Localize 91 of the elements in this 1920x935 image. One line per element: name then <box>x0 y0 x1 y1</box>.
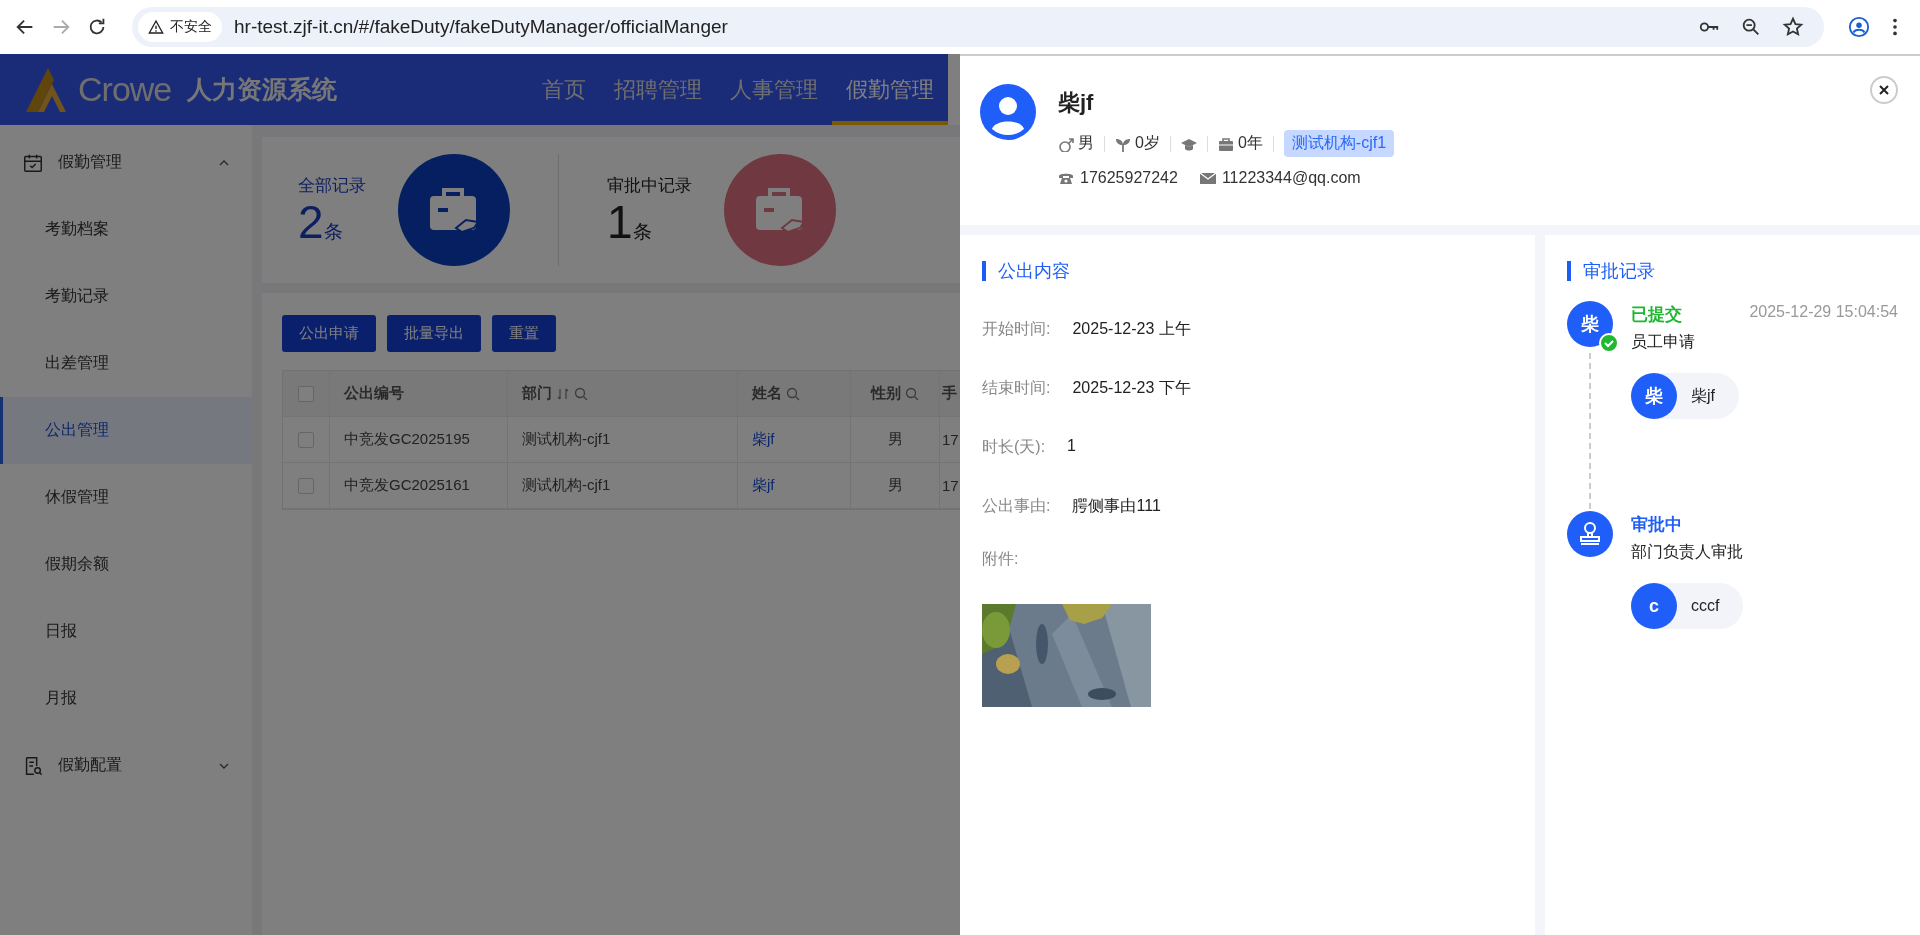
toolbar-button[interactable]: 公出申请 <box>282 315 376 352</box>
row-checkbox[interactable] <box>298 477 314 494</box>
briefcase-icon <box>724 154 836 266</box>
field-label: 时长(天): <box>982 437 1046 457</box>
profile-info: 男 <box>1078 133 1094 153</box>
step-status: 已提交 <box>1631 304 1682 326</box>
avatar-initial: c <box>1649 595 1659 617</box>
field-label: 开始时间: <box>982 319 1051 339</box>
table-cell: 测试机构-cjf1 <box>522 430 611 449</box>
table-cell: 17 <box>942 431 959 448</box>
table-cell: 男 <box>887 430 903 449</box>
security-chip[interactable]: 不安全 <box>138 12 222 42</box>
nav-tab[interactable]: 招聘管理 <box>600 54 716 125</box>
name-link[interactable]: 柴jf <box>752 476 775 495</box>
warning-icon <box>148 19 164 35</box>
step-description: 部门负责人审批 <box>1631 542 1744 562</box>
url-text[interactable]: hr-test.zjf-it.cn/#/fakeDuty/fakeDutyManager/officialManger <box>234 16 728 38</box>
toolbar-button[interactable]: 批量导出 <box>387 315 481 352</box>
star-icon[interactable] <box>1782 16 1804 38</box>
menu-group[interactable]: 假勤配置 <box>0 732 252 799</box>
stat-count: 1 <box>607 196 633 247</box>
toolbar-button[interactable]: 重置 <box>492 315 556 352</box>
avatar-initial: 柴 <box>1645 385 1663 408</box>
menu-item[interactable]: 考勤档案 <box>0 196 252 263</box>
menu-item[interactable]: 假期余额 <box>0 531 252 598</box>
menu-item[interactable]: 日报 <box>0 598 252 665</box>
briefcase-icon <box>1217 135 1234 152</box>
search-icon[interactable] <box>905 386 919 401</box>
email-address: 11223344@qq.com <box>1221 169 1361 187</box>
nav-tab[interactable]: 人事管理 <box>716 54 832 125</box>
brand-name: Crowe <box>78 70 172 109</box>
stat-unit: 条 <box>323 220 343 244</box>
table-cell: 中竞发GC2025161 <box>344 476 470 495</box>
column-header: 部门 <box>522 384 552 403</box>
menu-item[interactable]: 休假管理 <box>0 464 252 531</box>
field-value: 2025-12-23 上午 <box>1072 319 1191 339</box>
menu-item[interactable]: 月报 <box>0 665 252 732</box>
menu-group-label: 假勤管理 <box>58 152 122 172</box>
mail-icon <box>1199 170 1216 186</box>
close-icon <box>1879 85 1889 95</box>
menu-item[interactable]: 出差管理 <box>0 330 252 397</box>
close-button[interactable] <box>1870 76 1898 104</box>
stat-label: 审批中记录 <box>607 174 692 197</box>
male-icon <box>1058 135 1074 152</box>
stat-count: 2 <box>298 196 324 247</box>
profile-icon[interactable] <box>1848 16 1870 38</box>
column-header: 姓名 <box>752 384 782 403</box>
person-name: 柴jf <box>1058 89 1095 117</box>
zoom-icon[interactable] <box>1740 16 1762 38</box>
profile-info: 0岁 <box>1135 133 1160 153</box>
table-cell: 男 <box>887 476 903 495</box>
person-name: 柴jf <box>1691 385 1715 406</box>
menu-group[interactable]: 假勤管理 <box>0 129 252 196</box>
select-all-checkbox[interactable] <box>298 385 314 402</box>
field-value: 2025-12-23 下午 <box>1072 378 1191 398</box>
step-time: 2025-12-29 15:04:54 <box>1749 303 1898 322</box>
column-header: 性别 <box>871 384 901 403</box>
name-link[interactable]: 柴jf <box>752 430 775 449</box>
stat-label: 全部记录 <box>298 174 366 197</box>
search-icon[interactable] <box>786 386 800 401</box>
stat-unit: 条 <box>632 220 652 244</box>
column-header: 手 <box>942 384 957 403</box>
table-cell: 中竞发GC2025195 <box>344 430 470 449</box>
row-checkbox[interactable] <box>298 431 314 448</box>
profile-info: 0年 <box>1237 133 1263 153</box>
section-title: 公出内容 <box>982 261 1513 281</box>
step-status: 审批中 <box>1631 514 1682 536</box>
column-header: 公出编号 <box>344 384 404 403</box>
avatar-icon <box>980 84 1036 140</box>
app-title: 人力资源系统 <box>187 74 338 105</box>
menu-group-label: 假勤配置 <box>58 755 122 775</box>
avatar-initial: 柴 <box>1581 313 1599 336</box>
field-label: 公出事由: <box>982 496 1051 516</box>
section-title: 审批记录 <box>1567 261 1920 281</box>
table-cell: 测试机构-cjf1 <box>522 476 611 495</box>
search-icon[interactable] <box>574 386 588 401</box>
field-label: 结束时间: <box>982 378 1051 398</box>
person-name: cccf <box>1691 597 1720 615</box>
stamp-icon <box>1577 521 1603 547</box>
phone-number: 17625927242 <box>1080 169 1178 187</box>
nav-tab[interactable]: 首页 <box>528 54 600 125</box>
step-description: 员工申请 <box>1631 332 1696 352</box>
table-cell: 17 <box>942 477 959 494</box>
briefcase-icon <box>398 154 510 266</box>
menu-item[interactable]: 考勤记录 <box>0 263 252 330</box>
field-label: 附件: <box>982 549 1020 569</box>
security-label: 不安全 <box>170 18 212 36</box>
field-value: 1 <box>1067 437 1076 456</box>
field-value: 腭侧事由111 <box>1072 496 1161 516</box>
menu-item[interactable]: 公出管理 <box>0 397 252 464</box>
org-tag: 测试机构-cjf1 <box>1283 130 1395 157</box>
